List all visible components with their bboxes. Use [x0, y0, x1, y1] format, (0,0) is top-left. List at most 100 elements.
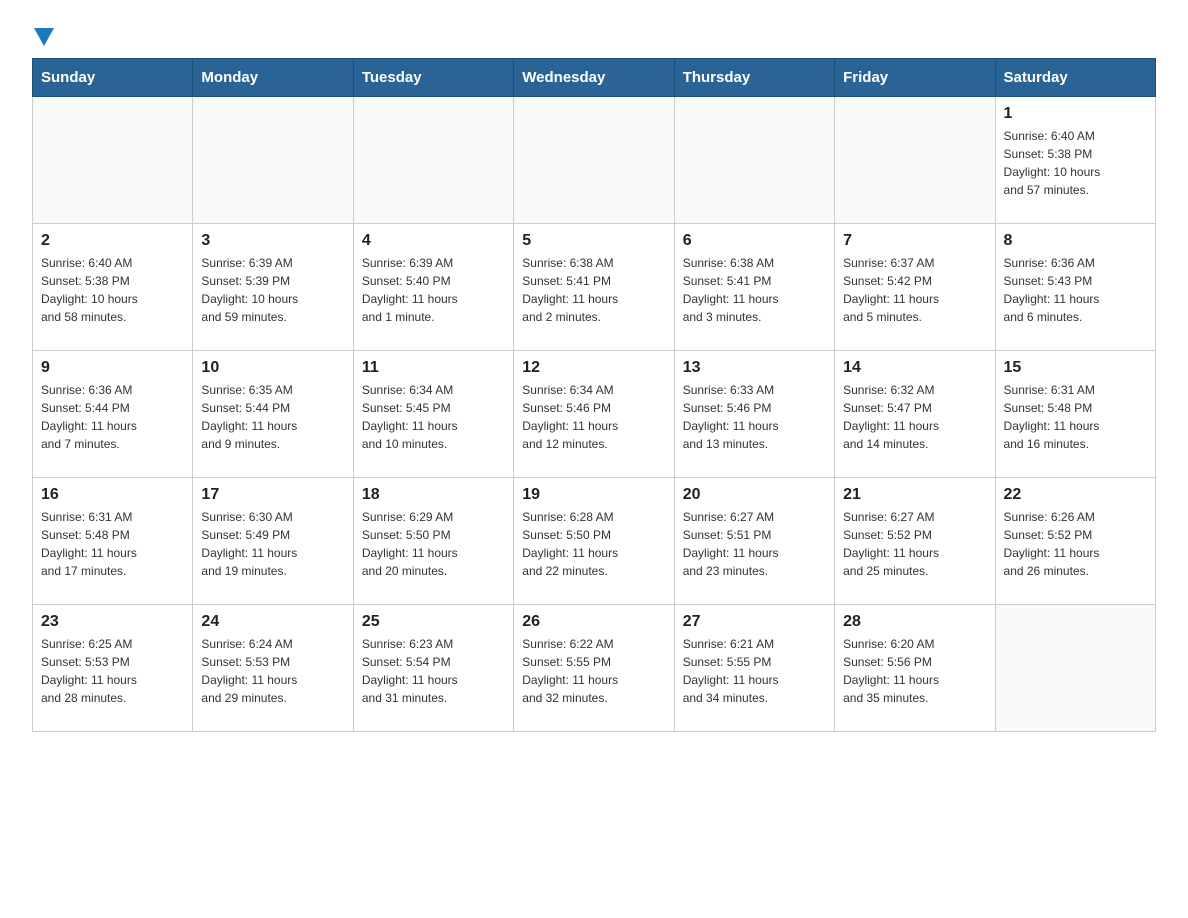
- day-header-tuesday: Tuesday: [353, 59, 513, 97]
- calendar-cell: [995, 605, 1155, 732]
- day-number: 5: [522, 232, 665, 250]
- day-number: 3: [201, 232, 344, 250]
- calendar-table: SundayMondayTuesdayWednesdayThursdayFrid…: [32, 58, 1156, 732]
- day-info: Sunrise: 6:32 AM Sunset: 5:47 PM Dayligh…: [843, 381, 986, 453]
- calendar-cell: 24Sunrise: 6:24 AM Sunset: 5:53 PM Dayli…: [193, 605, 353, 732]
- calendar-cell: 16 Sunrise: 6:31 AM Sunset: 5:48 PM Dayli…: [33, 478, 193, 605]
- calendar-cell: 3 Sunrise: 6:39 AM Sunset: 5:39 PM Daylig…: [193, 224, 353, 351]
- calendar-cell: [835, 97, 995, 224]
- calendar-cell: 23 Sunrise: 6:25 AM Sunset: 5:53 PM Dayli…: [33, 605, 193, 732]
- day-info: Sunrise: 6:27 AM Sunset: 5:52 PM Dayligh…: [843, 508, 986, 580]
- day-info: Sunrise: 6:22 AM Sunset: 5:55 PM Dayligh…: [522, 635, 665, 707]
- day-number: 19: [522, 486, 665, 504]
- day-number: 15: [1004, 359, 1147, 377]
- day-info: Sunrise: 6:29 AM Sunset: 5:50 PM Dayligh…: [362, 508, 505, 580]
- logo-arrow-icon: [34, 28, 54, 46]
- calendar-cell: 5 Sunrise: 6:38 AM Sunset: 5:41 PM Daylig…: [514, 224, 674, 351]
- day-info: Sunrise: 6:34 AM Sunset: 5:46 PM Dayligh…: [522, 381, 665, 453]
- calendar-header-row: SundayMondayTuesdayWednesdayThursdayFrid…: [33, 59, 1156, 97]
- calendar-cell: 26 Sunrise: 6:22 AM Sunset: 5:55 PM Dayli…: [514, 605, 674, 732]
- calendar-week-row: 1 Sunrise: 6:40 AM Sunset: 5:38 PM Daylig…: [33, 97, 1156, 224]
- calendar-week-row: 16 Sunrise: 6:31 AM Sunset: 5:48 PM Dayli…: [33, 478, 1156, 605]
- day-info: Sunrise: 6:36 AM Sunset: 5:43 PM Dayligh…: [1004, 254, 1147, 326]
- calendar-week-row: 23 Sunrise: 6:25 AM Sunset: 5:53 PM Dayli…: [33, 605, 1156, 732]
- calendar-cell: 13 Sunrise: 6:33 AM Sunset: 5:46 PM Dayli…: [674, 351, 834, 478]
- calendar-cell: 8 Sunrise: 6:36 AM Sunset: 5:43 PM Daylig…: [995, 224, 1155, 351]
- day-number: 13: [683, 359, 826, 377]
- calendar-week-row: 2 Sunrise: 6:40 AM Sunset: 5:38 PM Daylig…: [33, 224, 1156, 351]
- day-info: Sunrise: 6:39 AM Sunset: 5:40 PM Dayligh…: [362, 254, 505, 326]
- day-number: 4: [362, 232, 505, 250]
- calendar-cell: 11 Sunrise: 6:34 AM Sunset: 5:45 PM Dayli…: [353, 351, 513, 478]
- day-info: Sunrise: 6:40 AM Sunset: 5:38 PM Dayligh…: [41, 254, 184, 326]
- day-info: Sunrise: 6:31 AM Sunset: 5:48 PM Dayligh…: [41, 508, 184, 580]
- day-number: 10: [201, 359, 344, 377]
- day-header-wednesday: Wednesday: [514, 59, 674, 97]
- day-header-thursday: Thursday: [674, 59, 834, 97]
- day-info: Sunrise: 6:27 AM Sunset: 5:51 PM Dayligh…: [683, 508, 826, 580]
- day-info: Sunrise: 6:34 AM Sunset: 5:45 PM Dayligh…: [362, 381, 505, 453]
- day-number: 12: [522, 359, 665, 377]
- day-header-sunday: Sunday: [33, 59, 193, 97]
- calendar-cell: 21Sunrise: 6:27 AM Sunset: 5:52 PM Dayli…: [835, 478, 995, 605]
- calendar-cell: 19 Sunrise: 6:28 AM Sunset: 5:50 PM Dayli…: [514, 478, 674, 605]
- day-number: 6: [683, 232, 826, 250]
- calendar-cell: [674, 97, 834, 224]
- calendar-cell: 18 Sunrise: 6:29 AM Sunset: 5:50 PM Dayli…: [353, 478, 513, 605]
- day-info: Sunrise: 6:25 AM Sunset: 5:53 PM Dayligh…: [41, 635, 184, 707]
- day-number: 22: [1004, 486, 1147, 504]
- calendar-cell: 22 Sunrise: 6:26 AM Sunset: 5:52 PM Dayli…: [995, 478, 1155, 605]
- day-info: Sunrise: 6:35 AM Sunset: 5:44 PM Dayligh…: [201, 381, 344, 453]
- calendar-cell: 17 Sunrise: 6:30 AM Sunset: 5:49 PM Dayli…: [193, 478, 353, 605]
- day-number: 2: [41, 232, 184, 250]
- day-header-saturday: Saturday: [995, 59, 1155, 97]
- calendar-cell: [514, 97, 674, 224]
- day-number: 18: [362, 486, 505, 504]
- logo: [32, 24, 54, 42]
- logo-general-text: [32, 24, 54, 46]
- day-info: Sunrise: 6:23 AM Sunset: 5:54 PM Dayligh…: [362, 635, 505, 707]
- calendar-cell: 28 Sunrise: 6:20 AM Sunset: 5:56 PM Dayli…: [835, 605, 995, 732]
- calendar-cell: 7Sunrise: 6:37 AM Sunset: 5:42 PM Daylig…: [835, 224, 995, 351]
- day-info: Sunrise: 6:21 AM Sunset: 5:55 PM Dayligh…: [683, 635, 826, 707]
- day-info: Sunrise: 6:26 AM Sunset: 5:52 PM Dayligh…: [1004, 508, 1147, 580]
- day-number: 24: [201, 613, 344, 631]
- day-number: 16: [41, 486, 184, 504]
- day-header-monday: Monday: [193, 59, 353, 97]
- day-number: 11: [362, 359, 505, 377]
- day-info: Sunrise: 6:30 AM Sunset: 5:49 PM Dayligh…: [201, 508, 344, 580]
- calendar-cell: 10 Sunrise: 6:35 AM Sunset: 5:44 PM Dayli…: [193, 351, 353, 478]
- calendar-cell: 27 Sunrise: 6:21 AM Sunset: 5:55 PM Dayli…: [674, 605, 834, 732]
- day-info: Sunrise: 6:36 AM Sunset: 5:44 PM Dayligh…: [41, 381, 184, 453]
- day-header-friday: Friday: [835, 59, 995, 97]
- day-info: Sunrise: 6:37 AM Sunset: 5:42 PM Dayligh…: [843, 254, 986, 326]
- day-info: Sunrise: 6:28 AM Sunset: 5:50 PM Dayligh…: [522, 508, 665, 580]
- day-info: Sunrise: 6:38 AM Sunset: 5:41 PM Dayligh…: [522, 254, 665, 326]
- calendar-cell: 9 Sunrise: 6:36 AM Sunset: 5:44 PM Daylig…: [33, 351, 193, 478]
- day-number: 20: [683, 486, 826, 504]
- day-info: Sunrise: 6:39 AM Sunset: 5:39 PM Dayligh…: [201, 254, 344, 326]
- day-number: 27: [683, 613, 826, 631]
- day-info: Sunrise: 6:38 AM Sunset: 5:41 PM Dayligh…: [683, 254, 826, 326]
- calendar-cell: [33, 97, 193, 224]
- calendar-cell: [193, 97, 353, 224]
- day-number: 14: [843, 359, 986, 377]
- calendar-cell: 12 Sunrise: 6:34 AM Sunset: 5:46 PM Dayli…: [514, 351, 674, 478]
- day-number: 17: [201, 486, 344, 504]
- calendar-cell: 6 Sunrise: 6:38 AM Sunset: 5:41 PM Daylig…: [674, 224, 834, 351]
- calendar-cell: [353, 97, 513, 224]
- calendar-cell: 1 Sunrise: 6:40 AM Sunset: 5:38 PM Daylig…: [995, 97, 1155, 224]
- day-number: 26: [522, 613, 665, 631]
- calendar-cell: 14 Sunrise: 6:32 AM Sunset: 5:47 PM Dayli…: [835, 351, 995, 478]
- calendar-cell: 20 Sunrise: 6:27 AM Sunset: 5:51 PM Dayli…: [674, 478, 834, 605]
- day-number: 1: [1004, 105, 1147, 123]
- day-number: 8: [1004, 232, 1147, 250]
- calendar-cell: 25Sunrise: 6:23 AM Sunset: 5:54 PM Dayli…: [353, 605, 513, 732]
- calendar-cell: 15Sunrise: 6:31 AM Sunset: 5:48 PM Dayli…: [995, 351, 1155, 478]
- day-info: Sunrise: 6:33 AM Sunset: 5:46 PM Dayligh…: [683, 381, 826, 453]
- day-info: Sunrise: 6:20 AM Sunset: 5:56 PM Dayligh…: [843, 635, 986, 707]
- day-number: 23: [41, 613, 184, 631]
- day-number: 28: [843, 613, 986, 631]
- day-number: 9: [41, 359, 184, 377]
- day-info: Sunrise: 6:40 AM Sunset: 5:38 PM Dayligh…: [1004, 127, 1147, 199]
